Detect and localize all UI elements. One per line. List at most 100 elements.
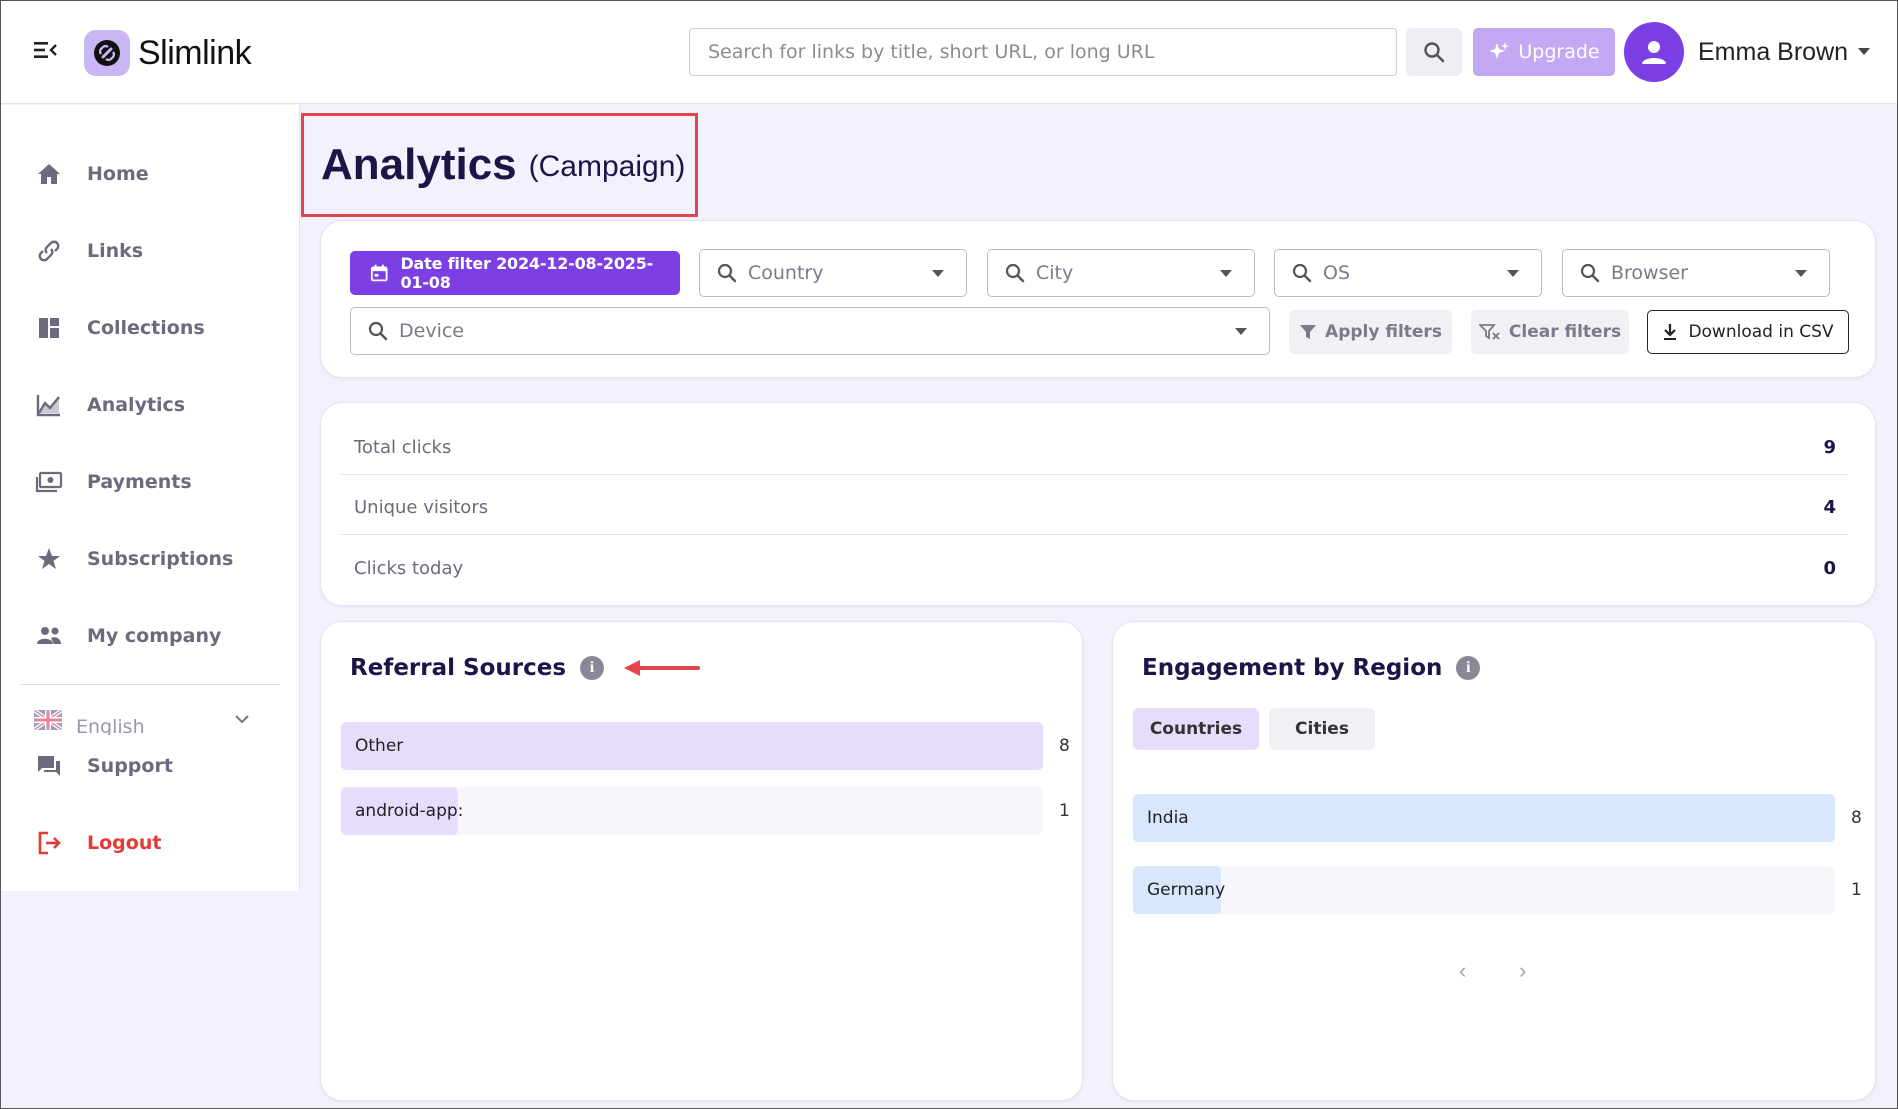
- bar-fill: [341, 722, 1043, 770]
- search-icon: [717, 263, 737, 283]
- referral-sources-header: Referral Sources i: [350, 655, 701, 681]
- page-title: Analytics: [321, 140, 517, 189]
- region-bar-row[interactable]: India 8: [1133, 794, 1863, 842]
- search-button[interactable]: [1406, 28, 1462, 76]
- sidebar-item-payments[interactable]: Payments: [34, 467, 192, 497]
- city-placeholder: City: [1036, 262, 1074, 284]
- search-input[interactable]: [708, 41, 1396, 63]
- download-csv-label: Download in CSV: [1688, 322, 1834, 342]
- stat-value: 9: [1823, 436, 1836, 458]
- sidebar-divider: [20, 684, 280, 685]
- engagement-header: Engagement by Region i: [1142, 655, 1481, 681]
- region-bar-row[interactable]: Germany 1: [1133, 866, 1863, 914]
- logo-text: Slimlink: [138, 33, 252, 72]
- region-label: Germany: [1147, 880, 1226, 900]
- tab-countries[interactable]: Countries: [1133, 708, 1259, 750]
- date-filter-label: Date filter 2024-12-08-2025-01-08: [400, 254, 654, 292]
- sidebar-item-home[interactable]: Home: [34, 159, 149, 189]
- referral-sources-title: Referral Sources: [350, 655, 567, 681]
- tab-cities[interactable]: Cities: [1269, 708, 1375, 750]
- sidebar-item-label: Payments: [87, 471, 192, 493]
- sidebar-item-label: Links: [87, 240, 144, 262]
- os-select[interactable]: OS: [1274, 249, 1542, 297]
- sidebar-item-my-company[interactable]: My company: [34, 621, 221, 651]
- dropdown-caret-icon: [1220, 270, 1232, 277]
- home-icon: [34, 159, 64, 189]
- sidebar-item-label: Collections: [87, 317, 205, 339]
- sidebar: Home Links Collections Analytics Payment…: [0, 105, 300, 891]
- bar-track: [1133, 866, 1835, 914]
- date-filter-button[interactable]: Date filter 2024-12-08-2025-01-08: [350, 251, 680, 295]
- dashboard-icon: [34, 313, 64, 343]
- sidebar-item-label: Support: [87, 755, 173, 777]
- sparkle-icon: [1489, 42, 1510, 59]
- dropdown-caret-icon: [1235, 328, 1247, 335]
- referral-sources-card: Referral Sources i Other 8 android-app: …: [320, 621, 1083, 1101]
- clear-filter-icon: [1478, 324, 1500, 340]
- sidebar-item-logout[interactable]: Logout: [34, 828, 161, 858]
- referral-bar-row[interactable]: android-app: 1: [341, 787, 1071, 835]
- apply-filters-button[interactable]: Apply filters: [1289, 310, 1452, 354]
- menu-collapse-icon[interactable]: [34, 40, 62, 64]
- os-placeholder: OS: [1323, 262, 1351, 284]
- browser-select[interactable]: Browser: [1562, 249, 1830, 297]
- search-field[interactable]: [689, 28, 1397, 76]
- sidebar-item-label: Subscriptions: [87, 548, 234, 570]
- sidebar-item-label: Analytics: [87, 394, 186, 416]
- country-select[interactable]: Country: [699, 249, 967, 297]
- search-icon: [1292, 263, 1312, 283]
- sidebar-item-support[interactable]: Support: [34, 751, 173, 781]
- stat-label: Total clicks: [354, 436, 452, 458]
- city-select[interactable]: City: [987, 249, 1255, 297]
- region-label: India: [1147, 808, 1189, 828]
- referral-source-label: android-app:: [355, 801, 464, 821]
- top-app-bar: Slimlink Upgrade Emma Brown: [0, 0, 1898, 104]
- calendar-icon: [370, 264, 388, 282]
- people-icon: [34, 621, 64, 651]
- search-icon: [1005, 263, 1025, 283]
- pagination-next-icon[interactable]: ›: [1519, 958, 1526, 984]
- language-selector[interactable]: English: [34, 705, 264, 735]
- payments-icon: [34, 467, 64, 497]
- device-placeholder: Device: [399, 320, 464, 342]
- person-icon: [1642, 41, 1666, 64]
- language-label: English: [76, 716, 145, 735]
- stat-value: 4: [1823, 496, 1836, 518]
- clear-filters-button[interactable]: Clear filters: [1471, 310, 1629, 354]
- sidebar-item-label: Home: [87, 163, 149, 185]
- logo-mark-icon: [84, 30, 130, 76]
- dropdown-caret-icon: [932, 270, 944, 277]
- referral-source-count: 8: [1059, 736, 1070, 756]
- stat-label: Unique visitors: [354, 496, 489, 518]
- user-name[interactable]: Emma Brown: [1698, 38, 1848, 67]
- pagination-prev-icon[interactable]: ‹: [1459, 958, 1466, 984]
- referral-source-label: Other: [355, 736, 404, 756]
- referral-source-count: 1: [1059, 801, 1070, 821]
- sidebar-item-collections[interactable]: Collections: [34, 313, 205, 343]
- link-icon: [34, 236, 64, 266]
- browser-placeholder: Browser: [1611, 262, 1688, 284]
- dropdown-caret-icon: [1795, 270, 1807, 277]
- tab-label: Countries: [1149, 719, 1243, 739]
- info-icon[interactable]: i: [580, 656, 605, 680]
- region-count: 8: [1851, 808, 1862, 828]
- tab-label: Cities: [1295, 719, 1349, 739]
- search-icon: [1580, 263, 1600, 283]
- info-icon[interactable]: i: [1456, 656, 1481, 680]
- stat-row-clicks-today: Clicks today 0: [341, 538, 1849, 598]
- upgrade-label: Upgrade: [1518, 41, 1600, 63]
- sidebar-item-subscriptions[interactable]: Subscriptions: [34, 544, 233, 574]
- referral-bar-row[interactable]: Other 8: [341, 722, 1071, 770]
- slimlink-logo[interactable]: Slimlink: [84, 30, 252, 76]
- upgrade-button[interactable]: Upgrade: [1473, 28, 1615, 76]
- sidebar-item-analytics[interactable]: Analytics: [34, 390, 185, 420]
- download-icon: [1664, 324, 1677, 340]
- download-csv-button[interactable]: Download in CSV: [1647, 310, 1849, 354]
- sidebar-item-links[interactable]: Links: [34, 236, 143, 266]
- engagement-title: Engagement by Region: [1142, 655, 1443, 681]
- user-menu-caret-icon[interactable]: [1858, 48, 1870, 55]
- region-count: 1: [1851, 880, 1862, 900]
- device-select[interactable]: Device: [350, 307, 1270, 355]
- engagement-by-region-card: Engagement by Region i Countries Cities …: [1112, 621, 1876, 1101]
- user-avatar[interactable]: [1624, 22, 1684, 82]
